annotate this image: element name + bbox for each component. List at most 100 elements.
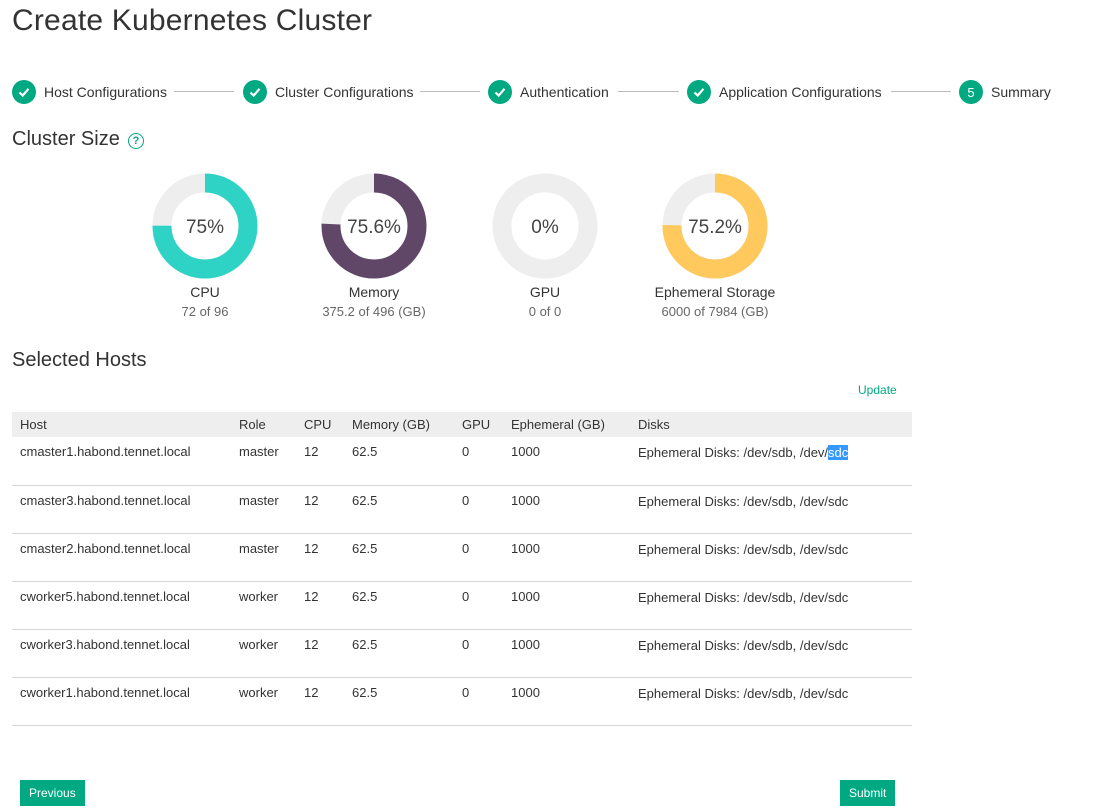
gauge-percent: 75.6%	[347, 217, 401, 238]
table-row: cmaster1.habond.tennet.local master 12 6…	[12, 437, 912, 486]
selected-text: sdc	[828, 445, 849, 460]
cell-cpu: 12	[296, 629, 344, 678]
step-application-configurations[interactable]: Application Configurations	[687, 79, 882, 105]
cell-disks: Ephemeral Disks: /dev/sdb, /dev/sdc	[630, 581, 912, 630]
cell-memory: 62.5	[344, 581, 454, 630]
step-label: Authentication	[520, 84, 609, 100]
cell-cpu: 12	[296, 485, 344, 534]
cell-host: cworker1.habond.tennet.local	[12, 677, 231, 726]
gauge-name: Memory	[348, 284, 400, 300]
gauge-percent: 75%	[186, 217, 224, 238]
gauge-percent: 75.2%	[688, 217, 742, 238]
gauge-name: CPU	[190, 284, 220, 300]
donut-chart: 0%	[492, 173, 598, 279]
previous-button[interactable]: Previous	[20, 780, 85, 806]
step-authentication[interactable]: Authentication	[488, 79, 609, 105]
question-circle-icon[interactable]: ?	[128, 133, 144, 149]
step-number: 5	[959, 80, 983, 104]
step-label: Host Configurations	[44, 84, 167, 100]
step-host-configurations[interactable]: Host Configurations	[12, 79, 167, 105]
cluster-size-title: Cluster Size	[12, 128, 120, 150]
gauge-percent: 0%	[531, 217, 559, 238]
hosts-table: Host Role CPU Memory (GB) GPU Ephemeral …	[12, 412, 912, 726]
cell-host: cmaster2.habond.tennet.local	[12, 533, 231, 582]
step-connector	[420, 91, 480, 92]
column-header-role[interactable]: Role	[231, 412, 296, 437]
table-row: cworker3.habond.tennet.local worker 12 6…	[12, 629, 912, 678]
cell-memory: 62.5	[344, 437, 454, 486]
cell-gpu: 0	[454, 533, 503, 582]
cell-disks: Ephemeral Disks: /dev/sdb, /dev/sdc	[630, 485, 912, 534]
cell-disks: Ephemeral Disks: /dev/sdb, /dev/sdc	[630, 533, 912, 582]
table-row: cmaster3.habond.tennet.local master 12 6…	[12, 485, 912, 534]
table-header-row: Host Role CPU Memory (GB) GPU Ephemeral …	[12, 412, 912, 437]
column-header-host[interactable]: Host	[12, 412, 231, 437]
cell-ephemeral: 1000	[503, 485, 630, 534]
cell-role: worker	[231, 581, 296, 630]
cell-host: cmaster3.habond.tennet.local	[12, 485, 231, 534]
page-title: Create Kubernetes Cluster	[12, 4, 373, 37]
gauge-cpu: 75% CPU 72 of 96	[120, 173, 290, 319]
gauge-detail: 72 of 96	[181, 304, 229, 319]
column-header-memory[interactable]: Memory (GB)	[344, 412, 454, 437]
donut-chart: 75.2%	[662, 173, 768, 279]
cell-role: worker	[231, 629, 296, 678]
table-row: cworker1.habond.tennet.local worker 12 6…	[12, 677, 912, 726]
gauge-name: Ephemeral Storage	[654, 284, 776, 300]
table-row: cworker5.habond.tennet.local worker 12 6…	[12, 581, 912, 630]
gauge-detail: 375.2 of 496 (GB)	[322, 304, 426, 319]
cell-role: worker	[231, 677, 296, 726]
cell-role: master	[231, 533, 296, 582]
gauge-ephemeral-storage: 75.2% Ephemeral Storage 6000 of 7984 (GB…	[630, 173, 800, 319]
cell-memory: 62.5	[344, 485, 454, 534]
checkmark-icon	[488, 80, 512, 104]
donut-chart: 75%	[152, 173, 258, 279]
gauge-detail: 6000 of 7984 (GB)	[661, 304, 769, 319]
cell-disks: Ephemeral Disks: /dev/sdb, /dev/sdc	[630, 629, 912, 678]
cell-gpu: 0	[454, 629, 503, 678]
cell-gpu: 0	[454, 581, 503, 630]
column-header-cpu[interactable]: CPU	[296, 412, 344, 437]
step-label: Application Configurations	[719, 84, 882, 100]
cell-cpu: 12	[296, 533, 344, 582]
cell-memory: 62.5	[344, 677, 454, 726]
gauge-gpu: 0% GPU 0 of 0	[460, 173, 630, 319]
step-connector	[891, 91, 951, 92]
step-cluster-configurations[interactable]: Cluster Configurations	[243, 79, 414, 105]
cell-gpu: 0	[454, 677, 503, 726]
step-label: Cluster Configurations	[275, 84, 414, 100]
cell-cpu: 12	[296, 677, 344, 726]
disks-text: Ephemeral Disks: /dev/sdb, /dev/	[638, 445, 829, 460]
step-connector	[174, 91, 234, 92]
cell-memory: 62.5	[344, 533, 454, 582]
checkmark-icon	[12, 80, 36, 104]
cell-host: cmaster1.habond.tennet.local	[12, 437, 231, 486]
wizard-stepper: Host Configurations Cluster Configuratio…	[12, 79, 1052, 105]
step-label: Summary	[991, 84, 1051, 100]
checkmark-icon	[243, 80, 267, 104]
submit-button[interactable]: Submit	[840, 780, 896, 806]
table-row: cmaster2.habond.tennet.local master 12 6…	[12, 533, 912, 582]
column-header-disks[interactable]: Disks	[630, 412, 912, 437]
selected-hosts-title: Selected Hosts	[12, 349, 147, 371]
gauge-name: GPU	[529, 284, 561, 300]
cell-ephemeral: 1000	[503, 581, 630, 630]
cell-disks: Ephemeral Disks: /dev/sdb, /dev/sdc	[630, 677, 912, 726]
donut-chart: 75.6%	[321, 173, 427, 279]
step-summary[interactable]: 5 Summary	[959, 79, 1051, 105]
cell-host: cworker3.habond.tennet.local	[12, 629, 231, 678]
cell-gpu: 0	[454, 437, 503, 486]
checkmark-icon	[687, 80, 711, 104]
column-header-gpu[interactable]: GPU	[454, 412, 503, 437]
cell-gpu: 0	[454, 485, 503, 534]
cell-ephemeral: 1000	[503, 629, 630, 678]
column-header-ephemeral[interactable]: Ephemeral (GB)	[503, 412, 630, 437]
update-link[interactable]: Update	[858, 383, 897, 397]
cell-role: master	[231, 485, 296, 534]
cell-cpu: 12	[296, 581, 344, 630]
cell-cpu: 12	[296, 437, 344, 486]
cell-ephemeral: 1000	[503, 533, 630, 582]
gauge-memory: 75.6% Memory 375.2 of 496 (GB)	[289, 173, 459, 319]
cell-host: cworker5.habond.tennet.local	[12, 581, 231, 630]
cell-role: master	[231, 437, 296, 486]
